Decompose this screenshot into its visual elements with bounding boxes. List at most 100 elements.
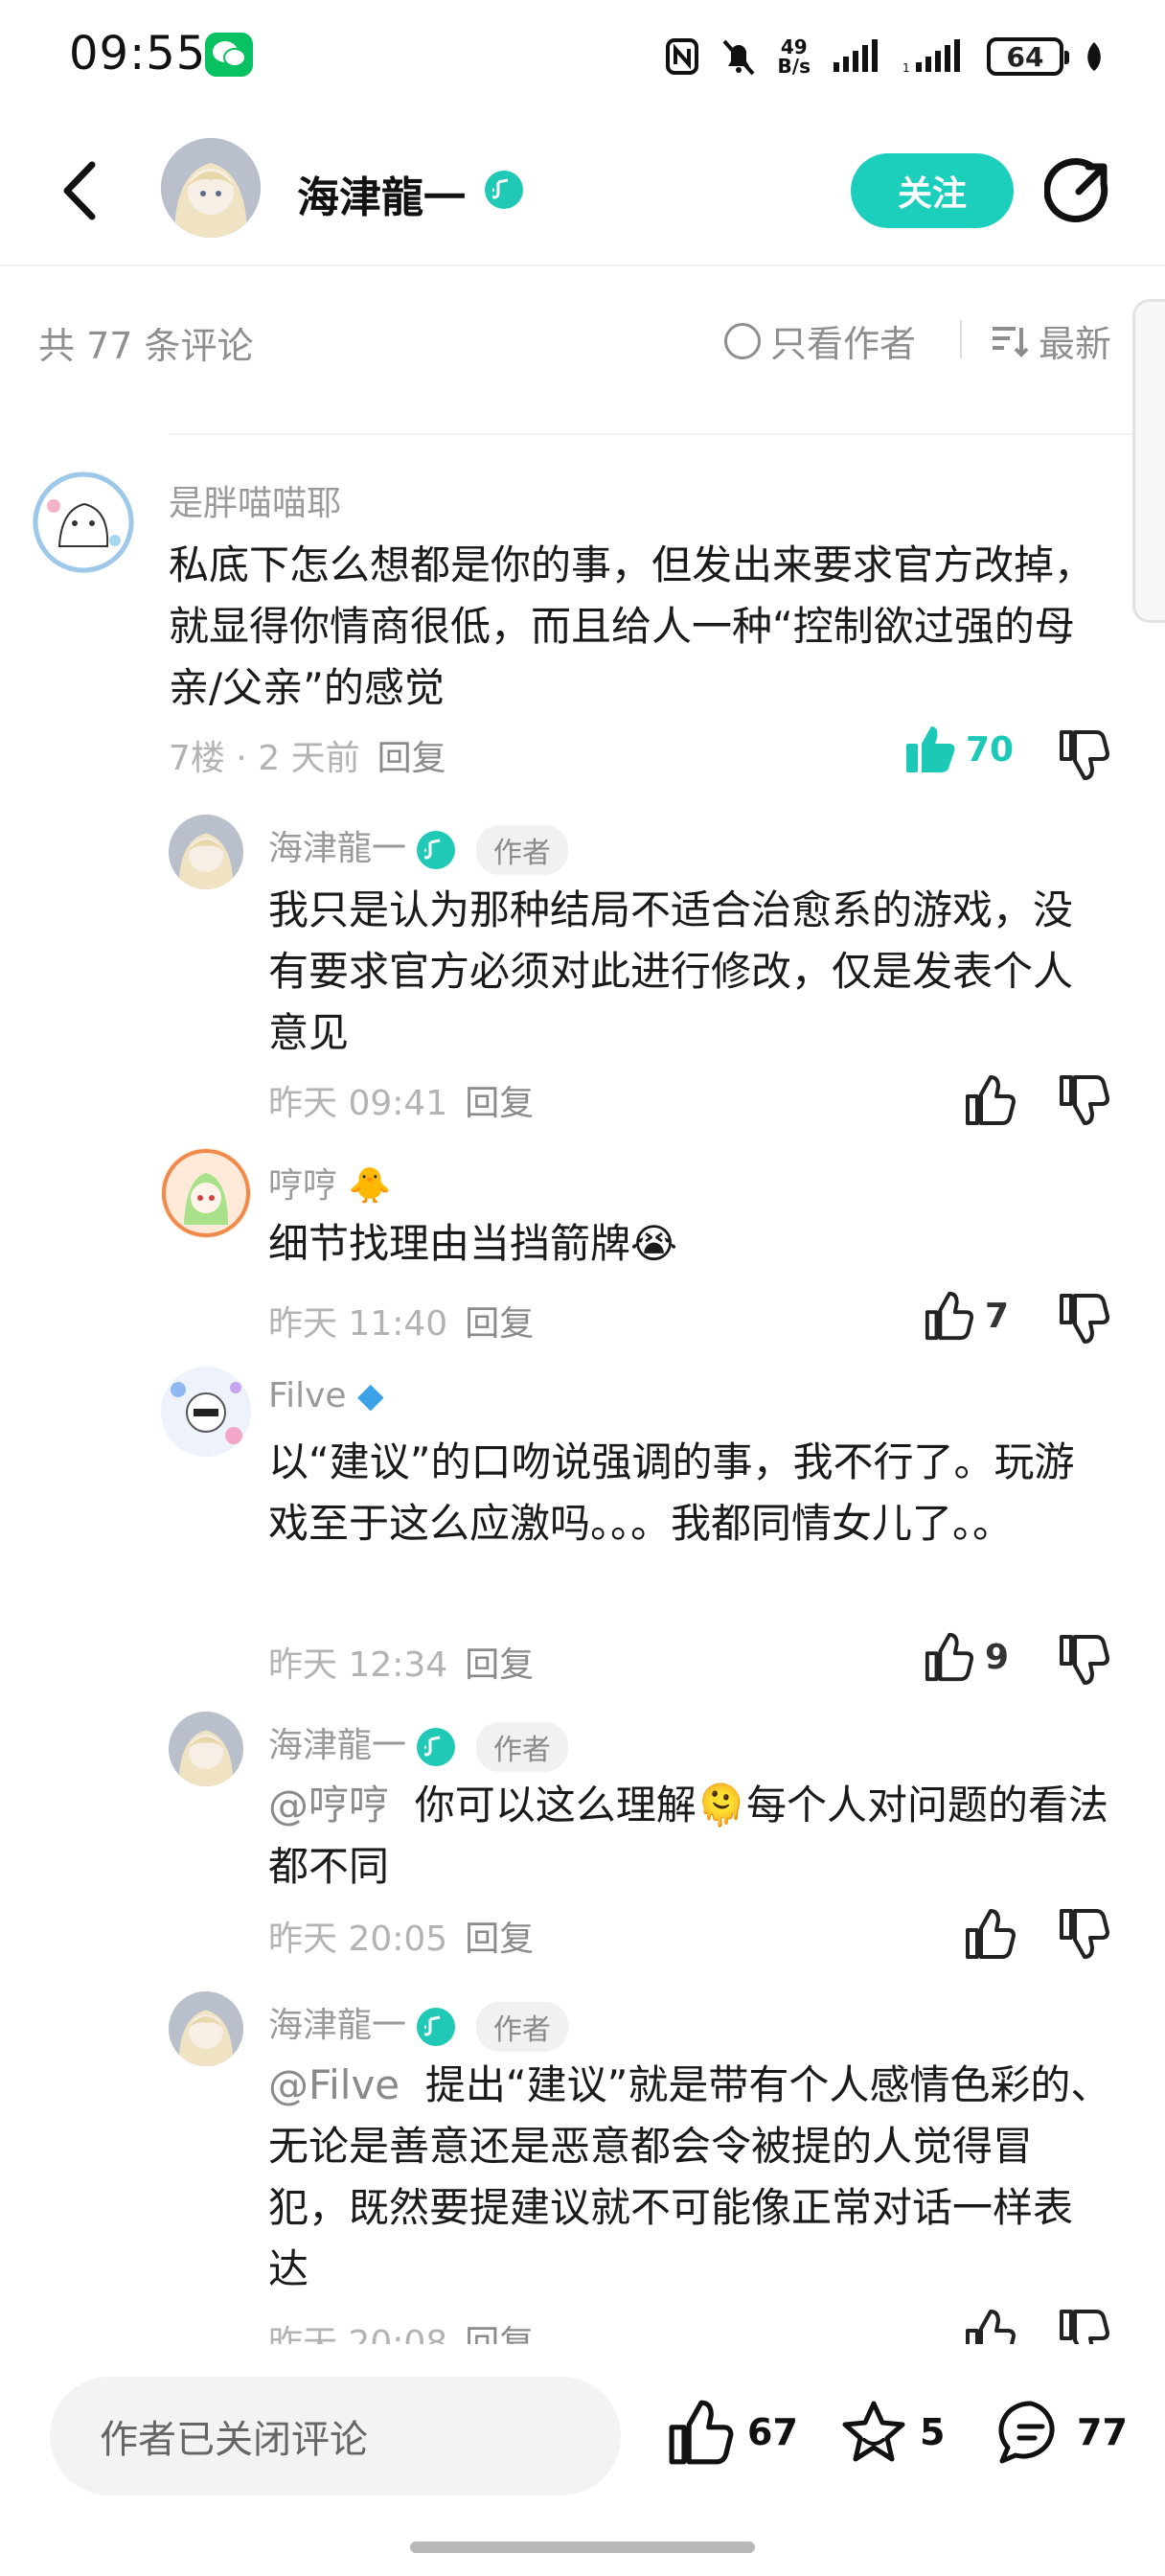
thumbs-down-icon[interactable] [1058, 2308, 1111, 2344]
comment-count: 共 77 条评论 [38, 325, 254, 367]
radio-icon [724, 322, 761, 359]
thumbs-up-filled-icon [906, 726, 955, 772]
signal-icon-1 [834, 39, 878, 72]
reply-author-name[interactable]: 海津龍一 作者 [268, 1717, 568, 1772]
commenter-name[interactable]: Filve ◆ [268, 1376, 384, 1415]
user-badge-icon: 🐥 [348, 1166, 392, 1206]
like-button[interactable]: 7 [924, 1290, 1009, 1342]
svg-text:1: 1 [902, 61, 910, 74]
signal-icon-2: 1 [902, 39, 960, 74]
reply-meta: 昨天 11:40 回复 [268, 1296, 534, 1346]
author-tag: 作者 [475, 1722, 568, 1772]
thumbs-down-icon[interactable] [1058, 1633, 1111, 1687]
reply-time: 昨天 11:40 [268, 1304, 448, 1344]
chevron-left-icon [63, 161, 96, 220]
reply-item: 哼哼 🐥 细节找理由当挡箭牌😭 昨天 11:40 回复 7 [0, 1146, 1165, 1347]
net-speed: 49 B/s [777, 35, 811, 78]
leaf-icon [1087, 42, 1101, 71]
comment-meta: 7楼 · 2 天前 回复 [169, 730, 446, 780]
thumbs-up-icon [925, 1291, 974, 1341]
like-count: 70 [966, 729, 1015, 770]
like-button[interactable]: 70 [904, 724, 1014, 774]
reply-item: Filve ◆ 以“建议”的口吻说强调的事，我不行了。玩游戏至于这么应激吗。。。… [0, 1365, 1165, 1685]
thumbs-up-icon[interactable] [964, 2308, 1017, 2344]
reply-text: 以“建议”的口吻说强调的事，我不行了。玩游戏至于这么应激吗。。。我都同情女儿了。… [268, 1438, 1075, 1547]
status-icons: 49 B/s 1 64 [665, 33, 1104, 80]
thumbs-down-icon[interactable] [1058, 1907, 1111, 1961]
home-indicator[interactable] [410, 2542, 755, 2553]
follow-button[interactable]: 关注 [851, 153, 1014, 228]
mention-link[interactable]: @哼哼 [268, 1782, 389, 1828]
reply-button[interactable]: 回复 [377, 739, 446, 778]
reply-author-avatar[interactable] [169, 815, 243, 889]
divider [169, 433, 1132, 435]
author-only-toggle[interactable]: 只看作者 [724, 314, 916, 367]
reply-author-avatar[interactable] [169, 1712, 243, 1786]
reply-time: 昨天 09:41 [268, 1084, 448, 1123]
like-count: 9 [985, 1637, 1010, 1677]
reply-text: 细节找理由当挡箭牌😭 [268, 1220, 678, 1267]
comment-bubble-icon [998, 2401, 1055, 2464]
reply-time: 昨天 12:34 [268, 1645, 448, 1685]
user-badge-icon: ◆ [357, 1376, 384, 1415]
share-button[interactable] [1043, 157, 1113, 226]
comment-summary-bar: 共 77 条评论 只看作者 最新 [0, 266, 1165, 435]
reply-button[interactable]: 回复 [465, 1645, 534, 1685]
mute-bell-icon [722, 39, 755, 76]
thumbs-down-icon[interactable] [1058, 728, 1111, 782]
thumbs-down-icon[interactable] [1058, 1292, 1111, 1346]
comment-text: 私底下怎么想都是你的事，但发出来要求官方改掉，就显得你情商很低，而且给人一种“控… [169, 541, 1095, 711]
reply-time: 昨天 20:05 [268, 1920, 448, 1959]
thumbs-up-icon [669, 2400, 734, 2465]
favorite-count: 5 [920, 2411, 946, 2453]
comment-item: 是胖喵喵耶 私底下怎么想都是你的事，但发出来要求官方改掉，就显得你情商很低，而且… [0, 460, 1165, 780]
verified-badge-icon [417, 831, 456, 869]
reply-button[interactable]: 回复 [465, 2324, 534, 2344]
like-button[interactable]: 9 [924, 1631, 1009, 1683]
commenter-avatar[interactable] [33, 472, 134, 573]
thumbs-up-icon [925, 1632, 974, 1682]
share-icon [1043, 158, 1108, 223]
sort-button[interactable]: 最新 [991, 314, 1111, 367]
sort-label: 最新 [1039, 323, 1112, 365]
reply-text: @哼哼 你可以这么理解🫠每个人对问题的看法都不同 [268, 1782, 1109, 1890]
commenter-avatar[interactable] [161, 1148, 251, 1238]
status-time: 09:55 [69, 27, 207, 80]
reply-button[interactable]: 回复 [465, 1304, 534, 1344]
verified-badge-icon [417, 1728, 456, 1766]
reply-author-name[interactable]: 海津龍一 作者 [268, 820, 568, 875]
reply-author-name[interactable]: 海津龍一 作者 [268, 1997, 568, 2052]
like-count: 7 [985, 1296, 1010, 1336]
reply-time: 昨天 20:08 [268, 2324, 448, 2344]
mention-link[interactable]: @Filve [268, 2061, 400, 2108]
back-button[interactable] [54, 157, 111, 224]
reply-button[interactable]: 回复 [465, 1084, 534, 1123]
status-bar: 09:55 49 B/s 1 64 [0, 0, 1165, 115]
thumbs-up-icon[interactable] [964, 1907, 1017, 1961]
author-tag: 作者 [475, 825, 568, 875]
battery-indicator: 64 [987, 37, 1069, 76]
thumbs-up-icon[interactable] [964, 1073, 1017, 1127]
comment-floor-time: 7楼 · 2 天前 [169, 739, 360, 778]
thumbs-down-icon[interactable] [1058, 1073, 1111, 1127]
favorite-button[interactable]: 5 [839, 2398, 945, 2467]
reply-text: 我只是认为那种结局不适合治愈系的游戏，没有要求官方必须对此进行修改，仅是发表个人… [268, 886, 1074, 1056]
commenter-avatar[interactable] [161, 1367, 251, 1457]
comment-button[interactable]: 77 [996, 2398, 1128, 2467]
reply-button[interactable]: 回复 [465, 1920, 534, 1959]
sort-icon [993, 326, 1029, 357]
reply-meta: 昨天 12:34 回复 [268, 1637, 534, 1687]
commenter-name[interactable]: 是胖喵喵耶 [169, 475, 341, 525]
author-avatar[interactable] [161, 138, 261, 238]
comments-closed-field: 作者已关闭评论 [50, 2377, 621, 2496]
author-only-label: 只看作者 [770, 323, 917, 365]
reply-author-avatar[interactable] [169, 1991, 243, 2066]
post-like-count: 67 [747, 2411, 798, 2453]
commenter-name[interactable]: 哼哼 🐥 [268, 1158, 391, 1208]
verified-badge-icon [417, 2008, 456, 2046]
author-name[interactable]: 海津龍一 [297, 163, 466, 224]
post-like-button[interactable]: 67 [667, 2398, 798, 2467]
post-header: 海津龍一 关注 [0, 115, 1165, 266]
star-icon [842, 2401, 905, 2462]
wechat-notification-icon [205, 33, 253, 77]
